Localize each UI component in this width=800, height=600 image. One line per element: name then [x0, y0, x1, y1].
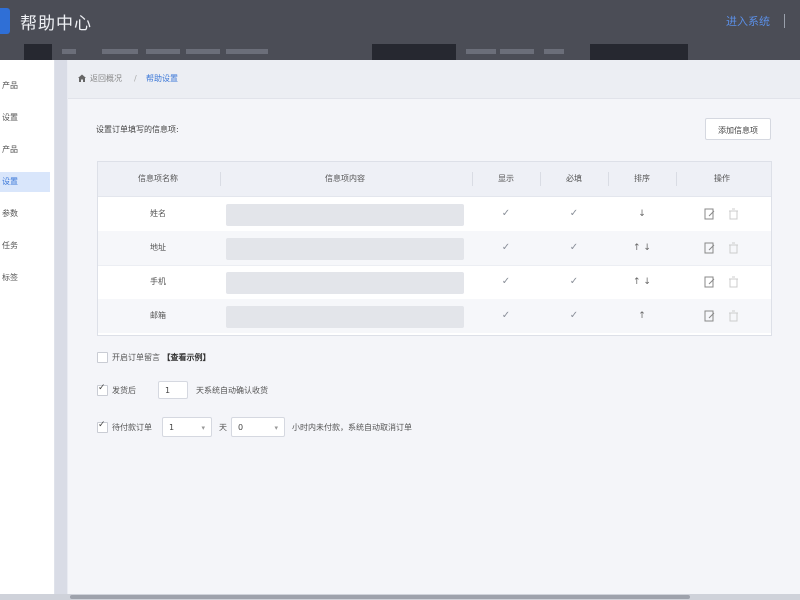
header-separator: [540, 172, 541, 186]
nav-line: [102, 49, 138, 54]
nav-line: [466, 49, 496, 54]
sidebar-item[interactable]: 参数: [0, 204, 50, 224]
edit-icon[interactable]: [704, 276, 715, 288]
row-content-input[interactable]: [226, 272, 464, 294]
scrollbar-thumb[interactable]: [70, 595, 690, 599]
page: 帮助中心 进入系统 产品 设置 产品 设置 参数 任务 标签 返回概况 / 帮助…: [0, 0, 800, 600]
sidebar-item[interactable]: 产品: [0, 76, 50, 96]
auto-receive-suffix: 天系统自动确认收货: [196, 386, 268, 395]
sidebar-item[interactable]: 标签: [0, 268, 50, 288]
breadcrumb: 返回概况 / 帮助设置: [68, 60, 800, 99]
sidebar-scroll-rail[interactable]: [55, 60, 67, 600]
table-row: 邮箱 ✓ ✓ ↑: [98, 299, 771, 333]
sidebar-item[interactable]: 任务: [0, 236, 50, 256]
section-title: 设置订单填写的信息项:: [96, 125, 179, 134]
nav-mask: [24, 44, 52, 60]
table-row: 地址 ✓ ✓ ↑ ↓: [98, 231, 771, 266]
nav-mask: [590, 44, 688, 60]
required-check-icon[interactable]: ✓: [559, 265, 589, 299]
header-separator: [676, 172, 677, 186]
header-sort: 排序: [634, 174, 650, 183]
delete-icon[interactable]: [728, 242, 739, 254]
remark-checkbox[interactable]: [97, 352, 108, 363]
breadcrumb-current: 帮助设置: [146, 74, 178, 83]
required-check-icon[interactable]: ✓: [559, 197, 589, 231]
auto-cancel-prefix: 待付款订单: [112, 423, 152, 432]
nav-line: [544, 49, 564, 54]
sidebar-item[interactable]: 设置: [0, 108, 50, 128]
row-name: 手机: [150, 277, 166, 286]
nav-mask: [372, 44, 456, 60]
nav-line: [500, 49, 534, 54]
nav-line: [186, 49, 220, 54]
nav-line: [62, 49, 76, 54]
breadcrumb-separator: /: [134, 74, 137, 83]
auto-cancel-suffix: 小时内未付款，系统自动取消订单: [292, 423, 412, 432]
sort-arrows[interactable]: ↑ ↓: [622, 265, 662, 299]
nav-line: [226, 49, 268, 54]
required-check-icon[interactable]: ✓: [559, 299, 589, 333]
auto-receive-days-input[interactable]: 1: [158, 381, 188, 399]
delete-icon[interactable]: [728, 276, 739, 288]
breadcrumb-back[interactable]: 返回概况: [90, 60, 122, 98]
header-divider: [784, 14, 785, 28]
main-content: 返回概况 / 帮助设置 设置订单填写的信息项: 添加信息项 信息项名称 信息项内…: [68, 60, 800, 600]
auto-receive-checkbox[interactable]: [97, 383, 108, 396]
top-bar: 帮助中心 进入系统: [0, 0, 800, 60]
app-title: 帮助中心: [20, 14, 92, 34]
show-check-icon[interactable]: ✓: [491, 265, 521, 299]
auto-receive-prefix: 发货后: [112, 386, 136, 395]
row-content-input[interactable]: [226, 306, 464, 328]
logo-icon: [0, 8, 10, 34]
row-name: 地址: [150, 243, 166, 252]
required-check-icon[interactable]: ✓: [559, 231, 589, 265]
remark-setting: 开启订单留言 【查看示例】: [112, 352, 211, 363]
home-icon[interactable]: [77, 73, 87, 83]
delete-icon[interactable]: [728, 310, 739, 322]
header-separator: [220, 172, 221, 186]
days-unit: 天: [219, 423, 227, 432]
table-row: 手机 ✓ ✓ ↑ ↓: [98, 265, 771, 300]
header-name: 信息项名称: [138, 174, 178, 183]
row-name: 姓名: [150, 209, 166, 218]
edit-icon[interactable]: [704, 208, 715, 220]
chevron-down-icon: ▾: [274, 424, 278, 432]
sidebar-item[interactable]: 产品: [0, 140, 50, 160]
header-content: 信息项内容: [325, 174, 365, 183]
show-check-icon[interactable]: ✓: [491, 197, 521, 231]
header-required: 必填: [566, 174, 582, 183]
sidebar-item-active[interactable]: 设置: [0, 172, 50, 192]
header-show: 显示: [498, 174, 514, 183]
auto-cancel-hours-select[interactable]: 0 ▾: [231, 417, 285, 437]
delete-icon[interactable]: [728, 208, 739, 220]
auto-cancel-days-select[interactable]: 1 ▾: [162, 417, 212, 437]
nav-line: [146, 49, 180, 54]
show-check-icon[interactable]: ✓: [491, 299, 521, 333]
edit-icon[interactable]: [704, 310, 715, 322]
remark-label: 开启订单留言: [112, 353, 160, 362]
table-header: 信息项名称 信息项内容 显示 必填 排序 操作: [98, 162, 771, 197]
login-link[interactable]: 进入系统: [726, 13, 770, 29]
header-separator: [472, 172, 473, 186]
chevron-down-icon: ▾: [201, 424, 205, 432]
sort-arrows[interactable]: ↓: [622, 197, 662, 231]
row-name: 邮箱: [150, 311, 166, 320]
row-content-input[interactable]: [226, 238, 464, 260]
edit-icon[interactable]: [704, 242, 715, 254]
row-content-input[interactable]: [226, 204, 464, 226]
sidebar: 产品 设置 产品 设置 参数 任务 标签: [0, 60, 55, 600]
days-value: 1: [169, 423, 175, 432]
header-action: 操作: [714, 174, 730, 183]
sort-arrows[interactable]: ↑: [622, 299, 662, 333]
show-check-icon[interactable]: ✓: [491, 231, 521, 265]
hours-value: 0: [238, 423, 244, 432]
info-table: 信息项名称 信息项内容 显示 必填 排序 操作 姓名 ✓ ✓ ↓ 地址 ✓ ✓ …: [97, 161, 772, 336]
sort-arrows[interactable]: ↑ ↓: [622, 231, 662, 265]
auto-cancel-checkbox[interactable]: [97, 420, 108, 433]
table-row: 姓名 ✓ ✓ ↓: [98, 197, 771, 232]
view-example-link[interactable]: 【查看示例】: [163, 353, 211, 362]
add-info-button[interactable]: 添加信息项: [705, 118, 771, 140]
header-separator: [608, 172, 609, 186]
